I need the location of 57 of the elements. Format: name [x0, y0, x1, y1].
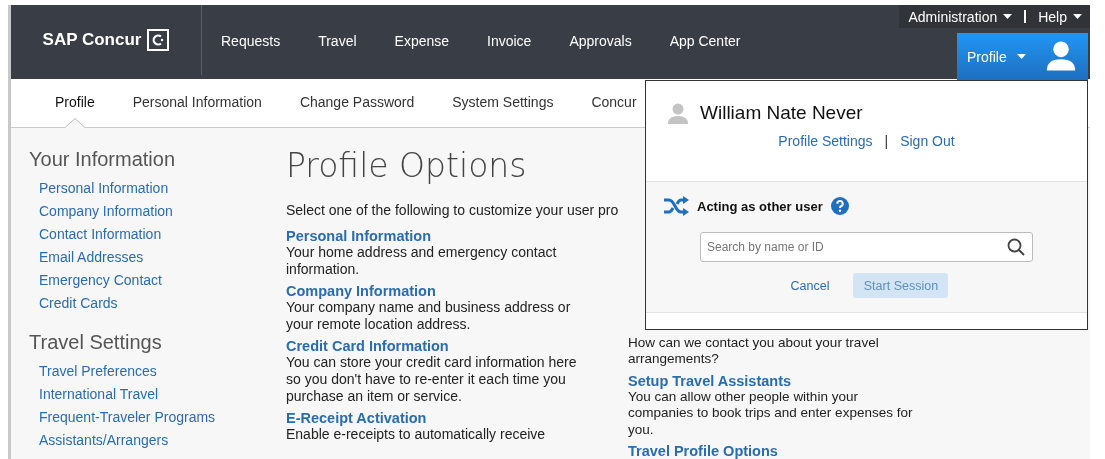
caret-icon — [1016, 54, 1026, 59]
subnav-tab[interactable]: System Settings — [433, 78, 573, 127]
profile-settings-link[interactable]: Profile Settings — [778, 133, 873, 149]
acting-title: Acting as other user — [697, 198, 823, 214]
option-description: Your home address and emergency contact information. — [286, 243, 558, 278]
subnav-tab[interactable]: Personal Information — [113, 78, 281, 127]
page-title: Profile Options — [286, 145, 528, 185]
option-description: Your company name and business address or your remote location address. — [286, 298, 572, 333]
nav-link[interactable]: Invoice — [468, 33, 551, 53]
sidebar-link[interactable]: Assistants/Arrangers — [29, 428, 169, 452]
user-icon — [666, 101, 690, 125]
administration-menu[interactable]: Administration — [908, 8, 1013, 25]
sidebar-link[interactable]: International Travel — [29, 382, 159, 406]
sign-out-link[interactable]: Sign Out — [900, 133, 955, 149]
cancel-button[interactable]: Cancel — [784, 277, 836, 294]
sidebar-link[interactable]: Contact Information — [29, 222, 162, 246]
option-link[interactable]: Travel Profile Options — [628, 443, 778, 459]
option-description: You can allow other people within your companies to book trips and enter expenses for you. — [628, 388, 914, 438]
option-link[interactable]: Company Information — [286, 282, 436, 299]
sidebar-link[interactable]: Company Information — [29, 199, 173, 223]
subnav-tab[interactable]: Profile — [36, 78, 114, 127]
sidebar-link[interactable]: Personal Information — [29, 176, 169, 200]
sidebar-link[interactable]: Frequent-Traveler Programs — [29, 405, 216, 429]
option-link[interactable]: E-Receipt Activation — [286, 409, 427, 426]
nav-link[interactable]: App Center — [650, 33, 760, 53]
caret-icon — [1003, 14, 1013, 19]
profile-button[interactable]: Profile — [957, 33, 1088, 80]
shuffle-icon — [663, 196, 689, 216]
intro-text: Select one of the following to customize your user pro — [286, 201, 620, 218]
help-icon[interactable] — [830, 197, 849, 215]
link-separator: | — [884, 133, 889, 149]
option-description: You can store your credit card information here so you don't have to re-enter it each time you purchase an item or service. — [286, 353, 578, 405]
option-link[interactable]: Credit Card Information — [286, 337, 449, 354]
sidebar-link[interactable]: Email Addresses — [29, 245, 144, 269]
search-icon[interactable] — [1007, 238, 1025, 256]
logo-icon — [147, 28, 170, 51]
subnav-tab[interactable]: Change Password — [280, 78, 434, 127]
option-description: Enable e-receipts to automatically receive — [286, 425, 547, 443]
nav-link[interactable]: Approvals — [550, 33, 651, 53]
option-link[interactable]: Personal Information — [286, 227, 432, 244]
caret-icon — [1073, 14, 1082, 19]
search-field[interactable]: Search by name or ID — [700, 232, 1033, 262]
subnav-tab[interactable]: Concur — [572, 78, 656, 127]
sidebar-link[interactable]: Travel Preferences — [29, 359, 157, 383]
divider-icon — [1024, 10, 1027, 23]
option-link[interactable]: Setup Travel Assistants — [628, 372, 792, 389]
nav-link[interactable]: Travel — [299, 33, 376, 53]
user-name: William Nate Never — [700, 102, 863, 124]
option-description: How can we contact you about your travel arrangements? — [628, 334, 880, 368]
sidebar-link[interactable]: Credit Cards — [29, 291, 118, 315]
help-menu[interactable]: Help — [1038, 8, 1082, 25]
nav-link[interactable]: Expense — [375, 33, 469, 53]
sidebar-link[interactable]: Emergency Contact — [29, 268, 162, 292]
logo-text[interactable]: SAP Concur — [42, 29, 142, 50]
section-heading: Travel Settings — [29, 330, 163, 354]
section-heading: Your Information — [29, 147, 176, 171]
nav-link[interactable]: Requests — [202, 33, 300, 53]
